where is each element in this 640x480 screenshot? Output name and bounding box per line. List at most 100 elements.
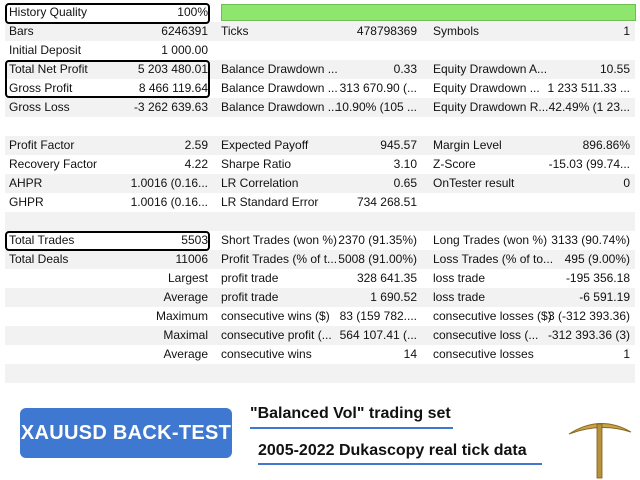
metric-value-3: 1 xyxy=(623,24,630,38)
report-row: Maximal consecutive profit (... 564 107.41… xyxy=(5,326,635,345)
metric-label-3: loss trade xyxy=(433,271,486,285)
metric-label-3: Equity Drawdown R... xyxy=(433,100,549,114)
metric-label-3: consecutive losses xyxy=(433,347,534,361)
metric-value-2: 0.65 xyxy=(393,176,417,190)
total-trades-highlight xyxy=(5,231,210,251)
metric-value-2: 5008 (91.00%) xyxy=(338,252,417,266)
metric-value-2: 328 641.35 xyxy=(356,271,417,285)
report-row: GHPR 1.0016 (0.16... LR Standard Error 734 … xyxy=(5,193,635,212)
history-quality-highlight xyxy=(5,3,210,24)
caption-underline-2 xyxy=(258,463,542,465)
metric-label-3: Equity Drawdown ... xyxy=(433,81,540,95)
metric-value-2: 83 (159 782.... xyxy=(339,309,417,323)
metric-value-3: 896.86% xyxy=(582,138,630,152)
metric-label-2: Sharpe Ratio xyxy=(221,157,292,171)
metric-label-2: profit trade xyxy=(221,271,279,285)
metric-value-3: 1 xyxy=(623,347,630,361)
metric-value-3: -15.03 (99.74... xyxy=(548,157,630,171)
metric-value-2: 734 268.51 xyxy=(356,195,417,209)
metric-label-1: GHPR xyxy=(9,195,44,209)
metric-value-1: 1 000.00 xyxy=(161,43,208,57)
report-row: Bars 6246391 Ticks 478798369 Symbols 1 xyxy=(5,22,635,41)
metric-label-1: Recovery Factor xyxy=(9,157,98,171)
metric-label-3: Long Trades (won %) xyxy=(433,233,548,247)
metric-value-1: Average xyxy=(163,347,208,361)
metric-label-3: consecutive losses ($) xyxy=(433,309,552,323)
metric-label-3: OnTester result xyxy=(433,176,515,190)
metric-value-2: 1 690.52 xyxy=(370,290,417,304)
caption-underline-1 xyxy=(250,427,453,429)
metric-value-3: 3133 (90.74%) xyxy=(551,233,630,247)
metric-value-1: 4.22 xyxy=(184,157,208,171)
pickaxe-icon xyxy=(568,423,632,479)
report-row: Profit Factor 2.59 Expected Payoff 945.57 Ma… xyxy=(5,136,635,155)
metric-label-3: Margin Level xyxy=(433,138,502,152)
metric-value-2: 313 670.90 (... xyxy=(339,81,417,95)
report-row: AHPR 1.0016 (0.16... LR Correlation 0.65 OnT… xyxy=(5,174,635,193)
metric-value-2: 3.10 xyxy=(393,157,417,171)
metric-value-2: 0.33 xyxy=(393,62,417,76)
metric-label-2: consecutive wins xyxy=(221,347,312,361)
history-quality-bar xyxy=(221,4,636,21)
metric-label-2: LR Standard Error xyxy=(221,195,319,209)
metric-label-1: Profit Factor xyxy=(9,138,75,152)
report-row: Recovery Factor 4.22 Sharpe Ratio 3.10 Z-Sco… xyxy=(5,155,635,174)
metric-label-3: Z-Score xyxy=(433,157,476,171)
metric-label-3: Equity Drawdown A... xyxy=(433,62,548,76)
caption-data-source: 2005-2022 Dukascopy real tick data xyxy=(258,442,527,459)
report-row: Total Deals 11006 Profit Trades (% of t...… xyxy=(5,250,635,269)
metric-value-3: 1 233 511.33 ... xyxy=(547,81,630,95)
metric-value-1: 1.0016 (0.16... xyxy=(130,176,208,190)
metric-label-2: consecutive profit (... xyxy=(221,328,332,342)
metric-value-2: 478798369 xyxy=(356,24,417,38)
metric-label-3: Symbols xyxy=(433,24,480,38)
report-row: Initial Deposit 1 000.00 xyxy=(5,41,635,60)
metric-value-1: -3 262 639.63 xyxy=(133,100,208,114)
metric-label-2: Balance Drawdown ... xyxy=(221,62,338,76)
metric-label-2: LR Correlation xyxy=(221,176,299,190)
metric-label-3: loss trade xyxy=(433,290,486,304)
metric-label-2: Ticks xyxy=(221,24,249,38)
metric-label-3: Loss Trades (% of to... xyxy=(433,252,553,266)
metric-label-3: consecutive loss (... xyxy=(433,328,539,342)
metric-value-3: 0 xyxy=(623,176,630,190)
metric-value-2: 10.90% (105 ... xyxy=(335,100,417,114)
metric-value-3: 3 (-312 393.36) xyxy=(547,309,630,323)
report-row: Average profit trade 1 690.52 loss trade -6 … xyxy=(5,288,635,307)
metric-value-3: -312 393.36 (3) xyxy=(547,328,630,342)
metric-label-2: Expected Payoff xyxy=(221,138,309,152)
report-row: Maximum consecutive wins ($) 83 (159 782..… xyxy=(5,307,635,326)
metric-value-2: 564 107.41 (... xyxy=(339,328,417,342)
metric-label-1: Total Deals xyxy=(9,252,69,266)
metric-value-1: Maximum xyxy=(155,309,208,323)
metric-label-2: Short Trades (won %) xyxy=(221,233,338,247)
report-row xyxy=(5,212,635,231)
report-row xyxy=(5,117,635,136)
report-row xyxy=(5,364,635,383)
metric-value-1: Average xyxy=(163,290,208,304)
metric-value-1: Maximal xyxy=(163,328,208,342)
metric-value-1: 6246391 xyxy=(161,24,208,38)
metric-value-2: 945.57 xyxy=(380,138,417,152)
metric-value-2: 2370 (91.35%) xyxy=(338,233,417,247)
profit-highlight xyxy=(5,60,210,98)
back-test-button[interactable]: XAUUSD BACK-TEST xyxy=(20,408,232,458)
metric-label-2: Balance Drawdown ... xyxy=(221,100,338,114)
metric-value-3: 42.49% (1 23... xyxy=(548,100,630,114)
report-row: Average consecutive wins 14 consecutive los… xyxy=(5,345,635,364)
metric-label-1: Bars xyxy=(9,24,34,38)
metric-label-1: Gross Loss xyxy=(9,100,70,114)
metric-value-3: -195 356.18 xyxy=(565,271,630,285)
caption-trading-set: "Balanced Vol" trading set xyxy=(250,405,451,422)
report-row: Largest profit trade 328 641.35 loss trade -… xyxy=(5,269,635,288)
metric-value-3: 10.55 xyxy=(599,62,630,76)
metric-value-1: 11006 xyxy=(175,252,208,266)
metric-label-2: Balance Drawdown ... xyxy=(221,81,338,95)
metric-value-1: 2.59 xyxy=(184,138,208,152)
metric-value-3: 495 (9.00%) xyxy=(564,252,630,266)
metric-value-1: Largest xyxy=(167,271,208,285)
report-row: Gross Loss -3 262 639.63 Balance Drawdown … xyxy=(5,98,635,117)
metric-value-1: 1.0016 (0.16... xyxy=(130,195,208,209)
metric-label-2: Profit Trades (% of t... xyxy=(221,252,338,266)
metric-label-2: consecutive wins ($) xyxy=(221,309,330,323)
